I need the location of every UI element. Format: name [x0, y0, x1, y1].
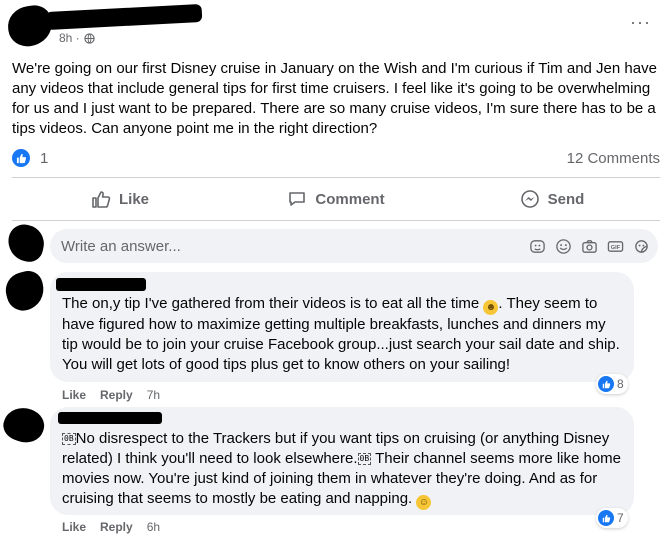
- comment-like-button[interactable]: Like: [62, 520, 86, 534]
- redacted-commenter-avatar: [1, 267, 49, 315]
- comment-bubble: 0B No disrespect to the Trackers but if y…: [50, 407, 634, 515]
- redacted-commenter-name: [58, 412, 162, 424]
- divider: [12, 220, 660, 221]
- comment-timestamp[interactable]: 7h: [147, 388, 160, 402]
- emoji-icon[interactable]: [555, 238, 572, 255]
- gif-icon[interactable]: GIF: [607, 238, 624, 255]
- redacted-current-user-avatar: [4, 221, 48, 265]
- comment-reactions[interactable]: 7: [596, 508, 628, 528]
- redacted-author-name: [45, 3, 203, 31]
- comment-actions: Like Reply 6h: [62, 520, 160, 534]
- comment-reply-button[interactable]: Reply: [100, 388, 133, 402]
- comment-icon: [289, 192, 306, 206]
- redacted-commenter-avatar: [0, 402, 49, 448]
- comment-text: 0B No disrespect to the Trackers but if y…: [62, 429, 622, 510]
- post-header: 8h · ···: [0, 0, 671, 52]
- comment-like-button[interactable]: Like: [62, 388, 86, 402]
- send-button-label: Send: [547, 190, 585, 208]
- camera-icon[interactable]: [581, 238, 598, 255]
- comment-text: The on,y tip I've gathered from their vi…: [62, 294, 622, 375]
- messenger-icon: [520, 190, 539, 208]
- globe-icon: [84, 32, 95, 44]
- unknown-glyph-icon: 0B: [62, 433, 76, 445]
- unknown-glyph-icon: 0B: [357, 453, 372, 465]
- avatar-sticker-icon[interactable]: [529, 238, 546, 255]
- comment-bubble: The on,y tip I've gathered from their vi…: [50, 272, 634, 382]
- thumbs-up-icon: [92, 191, 111, 208]
- like-reaction-icon: [598, 376, 614, 392]
- post-actions: Like Comment Send: [12, 180, 660, 218]
- comment-actions: Like Reply 7h: [62, 388, 160, 402]
- redacted-commenter-name: [56, 278, 146, 291]
- like-reaction-icon: [598, 510, 614, 526]
- like-button[interactable]: Like: [12, 180, 228, 218]
- like-reaction-icon[interactable]: [12, 149, 30, 167]
- comment-button-label: Comment: [315, 190, 385, 208]
- write-answer-placeholder: Write an answer...: [61, 237, 181, 255]
- post-body: We're going on our first Disney cruise i…: [12, 60, 657, 137]
- reaction-count: 7: [617, 511, 624, 525]
- more-options-icon[interactable]: ···: [630, 12, 651, 33]
- rofl-emoji-icon: ☻: [483, 300, 499, 315]
- comment-reply-button[interactable]: Reply: [100, 520, 133, 534]
- post-timestamp[interactable]: 8h ·: [59, 31, 95, 45]
- comments-count[interactable]: 12 Comments: [567, 150, 660, 167]
- comment-text-part: The on,y tip I've gathered from their vi…: [62, 295, 484, 312]
- comment-timestamp[interactable]: 6h: [147, 520, 160, 534]
- like-button-label: Like: [118, 190, 149, 208]
- laughing-emoji-icon: ☺: [416, 495, 432, 510]
- svg-text:GIF: GIF: [611, 244, 621, 250]
- sticker-icon[interactable]: [633, 238, 650, 255]
- write-answer-input[interactable]: Write an answer... GIF: [50, 229, 658, 263]
- composer-icons: GIF: [529, 238, 658, 255]
- post-stats: 1 12 Comments: [12, 146, 660, 170]
- send-button[interactable]: Send: [444, 180, 660, 218]
- comment-button[interactable]: Comment: [228, 180, 444, 218]
- divider: [12, 177, 660, 178]
- post-time-text: 8h ·: [59, 31, 80, 45]
- like-count[interactable]: 1: [40, 150, 48, 167]
- comment-reactions[interactable]: 8: [596, 374, 628, 394]
- reaction-count: 8: [617, 377, 624, 391]
